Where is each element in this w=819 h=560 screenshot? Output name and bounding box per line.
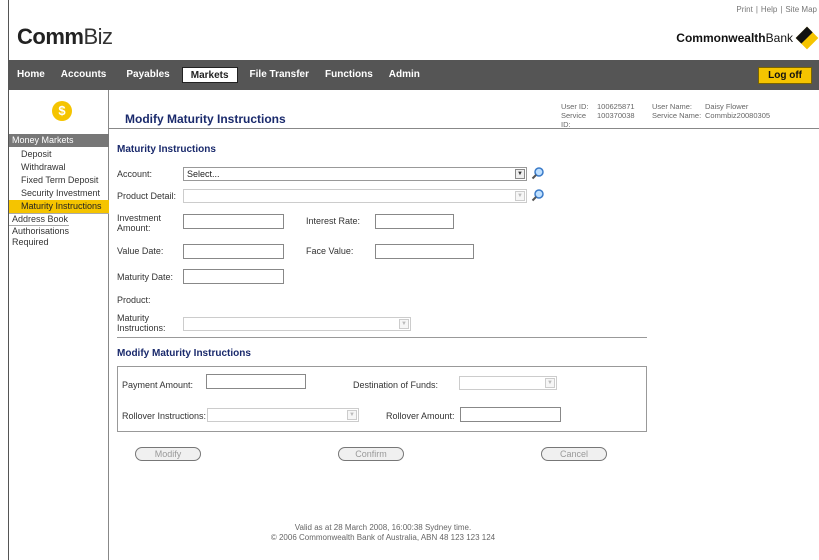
investment-amount-label: Investment Amount: [117,213,162,233]
cba-diamond-icon [795,26,819,50]
investment-amount-field[interactable] [183,214,284,229]
cancel-button[interactable]: Cancel [541,447,607,461]
product-detail-label: Product Detail: [117,191,177,201]
footer-copyright: © 2006 Commonwealth Bank of Australia, A… [270,533,496,542]
search-icon[interactable] [531,188,545,202]
value-date-label: Value Date: [117,246,164,256]
product-label: Product: [117,295,151,305]
maturity-date-field[interactable] [183,269,284,284]
destination-of-funds-select[interactable]: ▼ [459,376,557,390]
rollover-amount-field[interactable] [460,407,561,422]
sidebar-item-authorisations-required[interactable]: Authorisations Required [9,225,69,248]
face-value-label: Face Value: [306,246,354,256]
dropdown-arrow-icon: ▼ [399,319,409,329]
maturity-instructions-heading: Maturity Instructions [117,144,216,155]
commonwealth-bank-logo: CommonwealthBank [676,26,819,50]
account-select[interactable]: Select... ▼ [183,167,527,181]
divider [109,128,819,129]
maturity-instructions-select[interactable]: ▼ [183,317,411,331]
modify-maturity-instructions-heading: Modify Maturity Instructions [117,348,251,359]
interest-rate-label: Interest Rate: [306,216,361,226]
nav-file-transfer[interactable]: File Transfer [242,67,317,83]
rollover-instructions-select[interactable]: ▼ [207,408,359,422]
maturity-date-label: Maturity Date: [117,272,174,282]
interest-rate-field[interactable] [375,214,454,229]
nav-functions[interactable]: Functions [317,67,381,83]
dollar-icon: $ [52,101,72,121]
rollover-amount-label: Rollover Amount: [386,411,455,421]
commbiz-logo: CommBiz [17,24,113,49]
sidebar-item-withdrawal[interactable]: Withdrawal [9,161,109,174]
nav-payables[interactable]: Payables [118,67,177,83]
help-link[interactable]: Help [761,5,777,14]
payment-amount-field[interactable] [206,374,306,389]
dropdown-arrow-icon: ▼ [515,191,525,201]
dropdown-arrow-icon: ▼ [545,378,555,388]
page-title: Modify Maturity Instructions [125,112,286,126]
main-nav: Home Accounts Payables Markets File Tran… [9,60,819,90]
maturity-instructions-label: Maturity Instructions: [117,313,166,333]
sidebar-item-security-investment[interactable]: Security Investment [9,187,109,200]
dropdown-arrow-icon: ▼ [515,169,525,179]
sidebar-item-fixed-term-deposit[interactable]: Fixed Term Deposit [9,174,109,187]
nav-accounts[interactable]: Accounts [53,67,115,83]
destination-of-funds-label: Destination of Funds: [353,380,439,390]
sidebar-item-deposit[interactable]: Deposit [9,148,109,161]
sidebar-item-address-book[interactable]: Address Book [9,213,109,225]
footer-valid-as-at: Valid as at 28 March 2008, 16:00:38 Sydn… [294,523,472,532]
user-info: User ID: 100625871 User Name: Daisy Flower… [561,102,771,129]
face-value-field[interactable] [375,244,474,259]
nav-home[interactable]: Home [9,67,53,83]
payment-amount-label: Payment Amount: [122,380,194,390]
modify-button[interactable]: Modify [135,447,201,461]
account-label: Account: [117,169,153,179]
print-link[interactable]: Print [736,5,752,14]
nav-admin[interactable]: Admin [381,67,428,83]
sidebar-header-money-markets[interactable]: Money Markets [9,134,109,147]
app-frame: CommBiz Print | Help | Site Map Commonwealth… [8,0,819,560]
rollover-instructions-label: Rollover Instructions: [122,411,207,421]
nav-markets[interactable]: Markets [181,67,238,83]
product-detail-select[interactable]: ▼ [183,189,527,203]
sidebar-item-maturity-instructions[interactable]: Maturity Instructions [9,200,109,213]
footer: Valid as at 28 March 2008, 16:00:38 Sydn… [117,523,649,543]
modify-form-group [117,366,647,432]
site-map-link[interactable]: Site Map [785,5,817,14]
sidebar: $ Money Markets Deposit Withdrawal Fixed… [9,90,109,560]
search-icon[interactable] [531,166,545,180]
log-off-button[interactable]: Log off [758,67,812,84]
section-divider [117,337,647,338]
top-links: Print | Help | Site Map [736,5,817,14]
dropdown-arrow-icon: ▼ [347,410,357,420]
value-date-field[interactable] [183,244,284,259]
confirm-button[interactable]: Confirm [338,447,404,461]
